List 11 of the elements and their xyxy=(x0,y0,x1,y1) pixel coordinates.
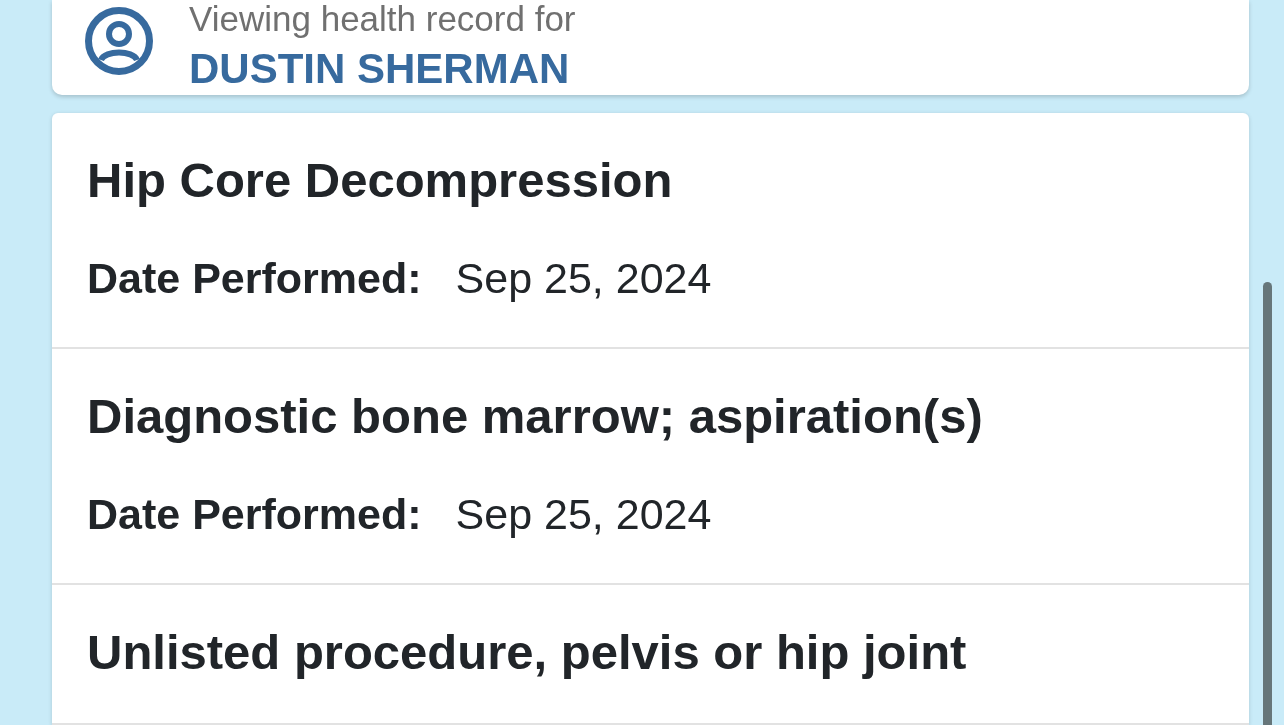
date-label: Date Performed: xyxy=(87,490,422,538)
record-caption: Viewing health record for xyxy=(189,0,576,38)
date-value: Sep 25, 2024 xyxy=(455,254,712,302)
procedure-title: Diagnostic bone marrow; aspiration(s) xyxy=(87,390,983,442)
scrollbar[interactable] xyxy=(1263,282,1272,725)
person-circle-icon xyxy=(85,7,153,75)
procedure-title: Hip Core Decompression xyxy=(87,154,673,206)
patient-name: DUSTIN SHERMAN xyxy=(189,46,570,92)
date-value: Sep 25, 2024 xyxy=(455,490,712,538)
date-label: Date Performed: xyxy=(87,254,422,302)
procedure-title: Unlisted procedure, pelvis or hip joint xyxy=(87,626,967,678)
